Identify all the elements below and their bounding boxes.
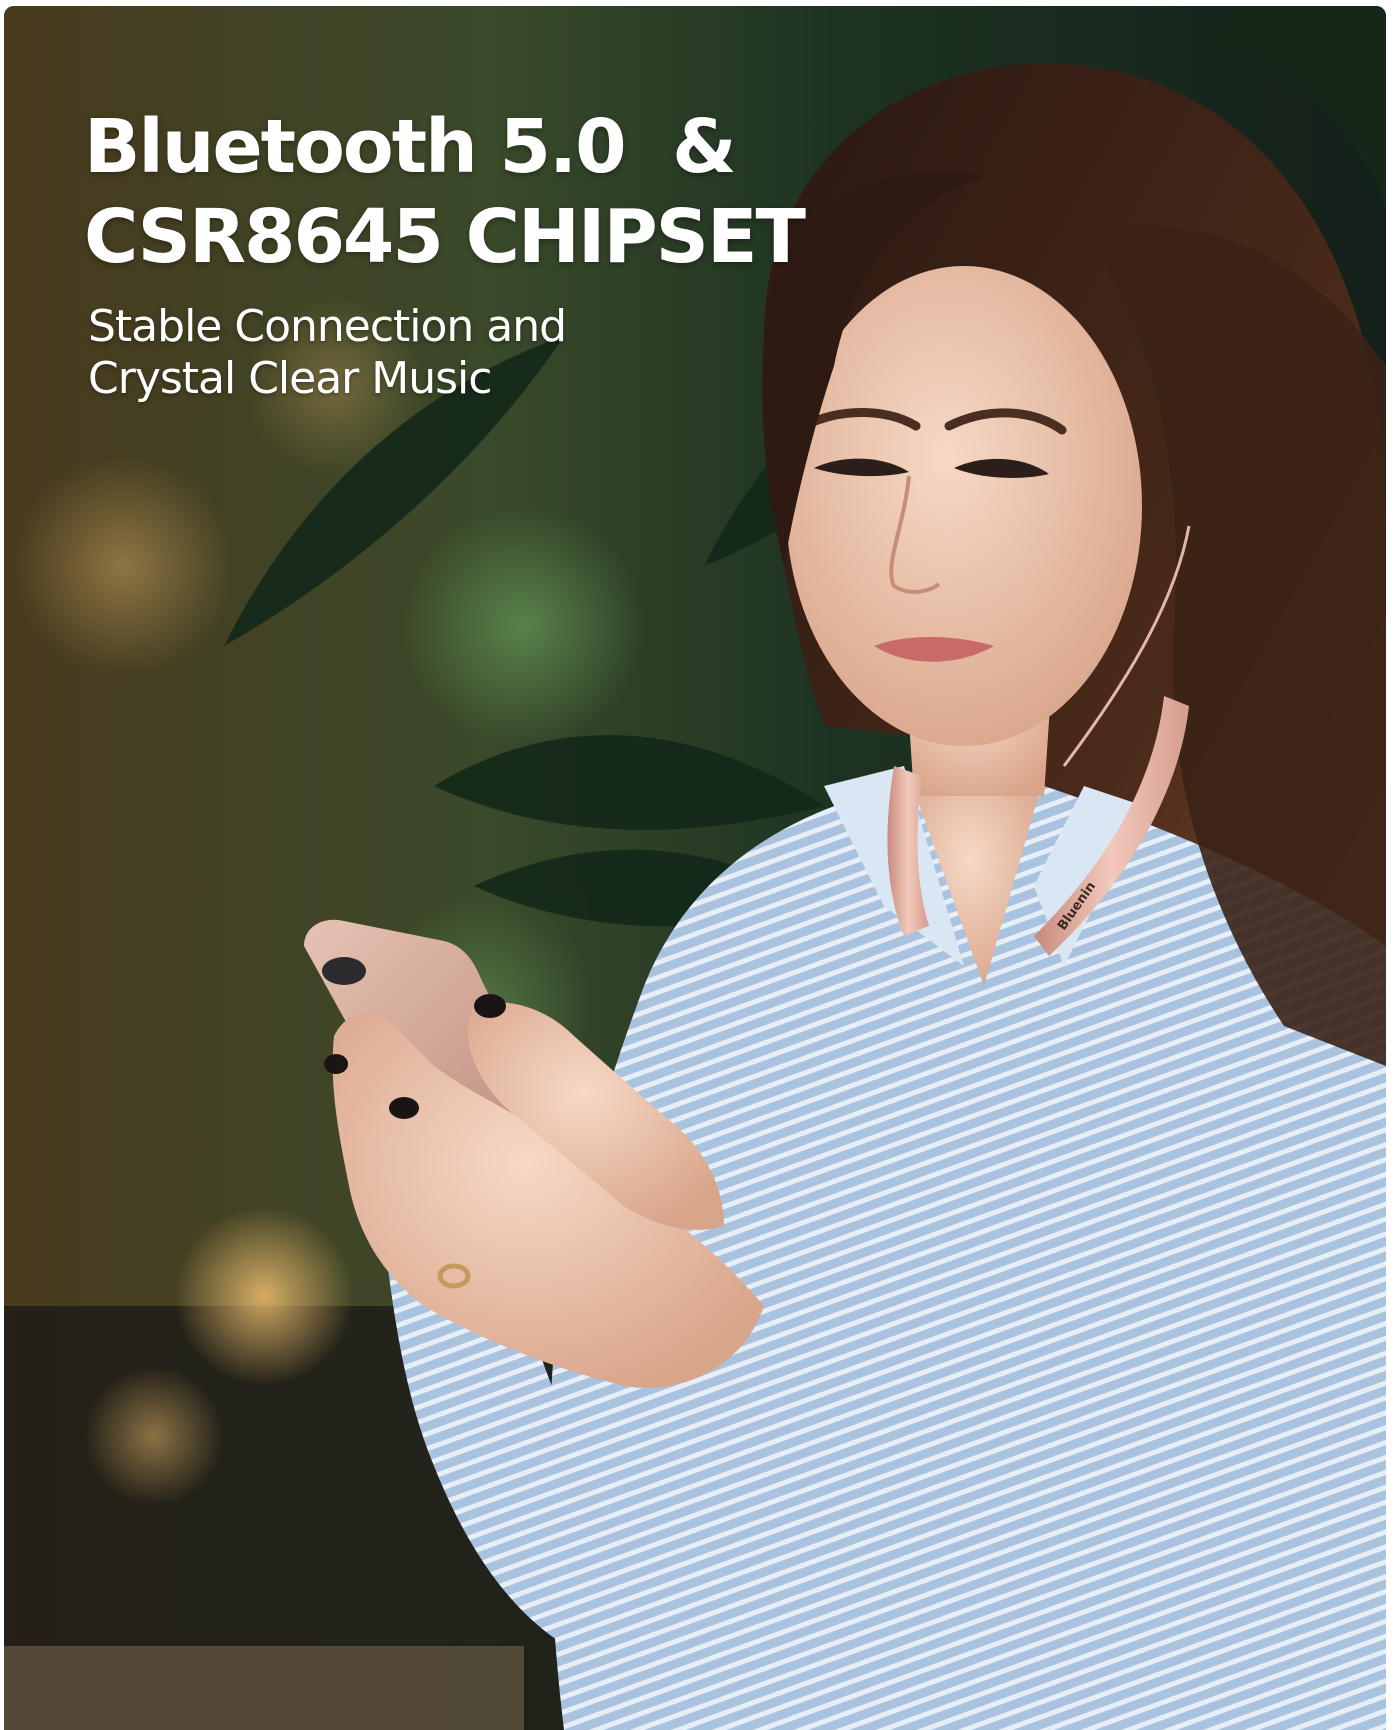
- subheadline-line-2: Crystal Clear Music: [88, 353, 492, 404]
- headline-line-2: CSR8645 CHIPSET: [84, 194, 806, 280]
- headline: Bluetooth 5.0 & CSR8645 CHIPSET: [84, 102, 806, 282]
- subheadline-line-1: Stable Connection and: [88, 301, 567, 352]
- subheadline: Stable Connection and Crystal Clear Musi…: [88, 301, 567, 405]
- photo-banner: Bluenin Bluetooth 5.0 & CSR8645 CHIPSET …: [4, 6, 1386, 1730]
- headline-line-1: Bluetooth 5.0 &: [84, 104, 737, 190]
